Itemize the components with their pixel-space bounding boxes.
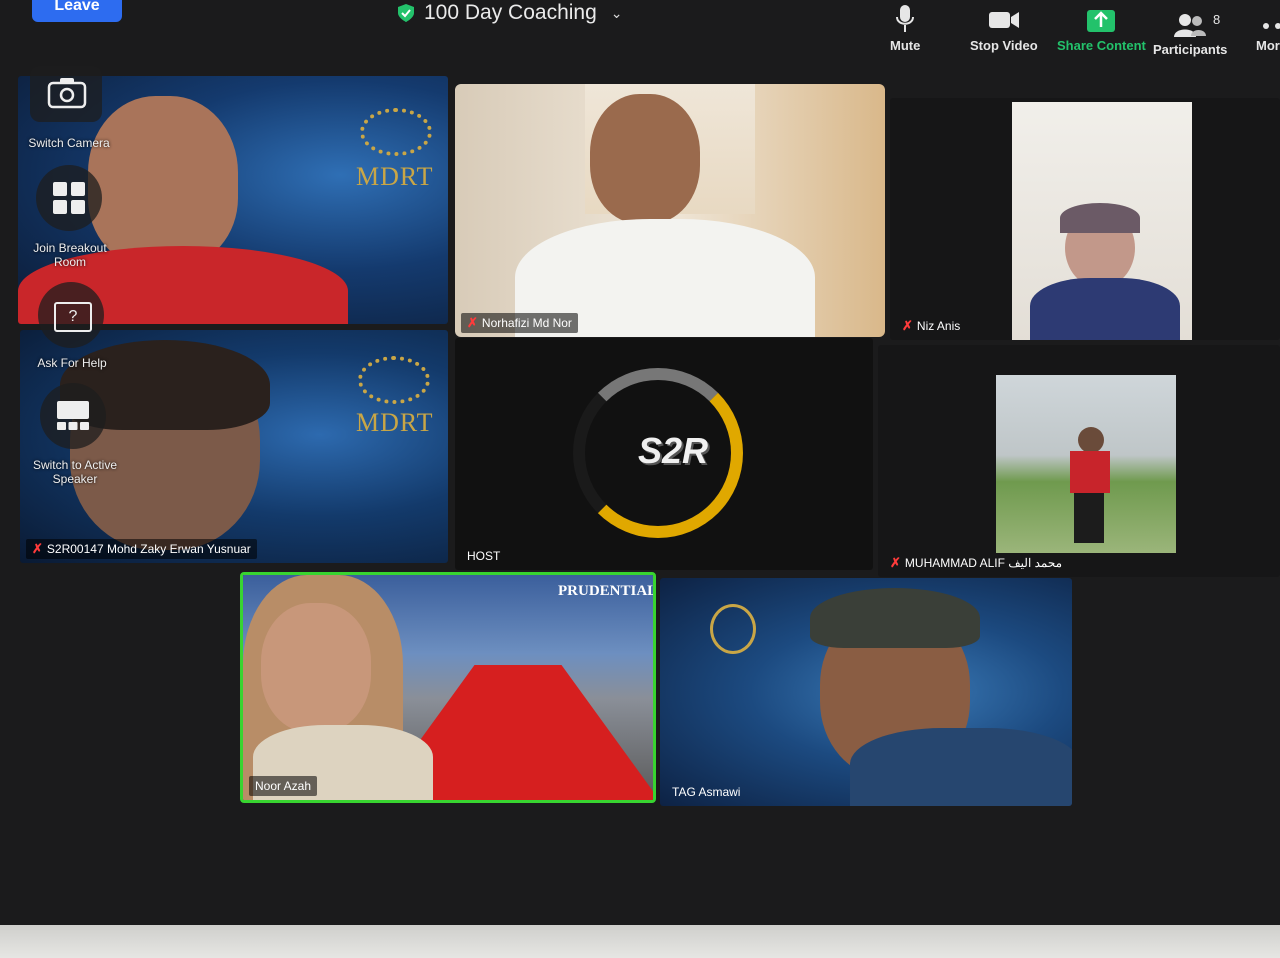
participant-name-tag: ✗ S2R00147 Mohd Zaky Erwan Yusnuar bbox=[26, 539, 257, 559]
participants-label: Participants bbox=[1153, 42, 1228, 57]
switch-active-speaker-label: Switch to Active Speaker bbox=[32, 458, 118, 486]
mdrt-logo-text: MDRT bbox=[356, 162, 434, 191]
mic-off-icon: ✗ bbox=[902, 318, 913, 333]
video-camera-icon bbox=[988, 12, 1019, 28]
participant-jacket bbox=[1030, 278, 1180, 340]
ask-for-help-button[interactable]: ? bbox=[38, 282, 104, 348]
monitor-bezel bbox=[0, 925, 1280, 958]
meeting-title-text: 100 Day Coaching bbox=[424, 1, 597, 24]
mic-off-icon: ✗ bbox=[890, 555, 901, 570]
participant-name: Noor Azah bbox=[255, 779, 312, 793]
mute-button[interactable]: Mute bbox=[890, 4, 920, 53]
more-button[interactable]: More bbox=[1256, 14, 1280, 53]
participant-name-tag: Noor Azah bbox=[249, 776, 318, 796]
ask-for-help-label: Ask For Help bbox=[37, 356, 107, 370]
participant-name-tag: ✗ MUHAMMAD ALIF محمد اليف bbox=[884, 553, 1068, 573]
join-breakout-label: Join Breakout Room bbox=[33, 241, 107, 269]
video-tile[interactable]: ✗ MUHAMMAD ALIF محمد اليف bbox=[878, 345, 1280, 577]
participant-hijab bbox=[1060, 203, 1140, 233]
participant-name: Niz Anis bbox=[916, 319, 961, 333]
stop-video-label: Stop Video bbox=[970, 38, 1038, 53]
chevron-down-icon: ⌄ bbox=[610, 4, 623, 21]
mdrt-logo-text: MDRT bbox=[356, 408, 434, 437]
participant-pants bbox=[1074, 493, 1104, 543]
active-speaker-view-icon bbox=[57, 401, 89, 430]
participant-face bbox=[590, 94, 700, 224]
zoom-meeting-window: Leave 100 Day Coaching ⌄ Mute Stop Video… bbox=[0, 0, 1280, 925]
participant-name: S2R00147 Mohd Zaky Erwan Yusnuar bbox=[46, 542, 251, 556]
mic-off-icon: ✗ bbox=[467, 315, 478, 330]
agency-crest-logo bbox=[710, 604, 756, 654]
stop-video-button[interactable]: Stop Video bbox=[970, 4, 1038, 53]
prudential-logo-text: PRUDENTIAL bbox=[558, 583, 656, 599]
video-tile[interactable]: ✗ Niz Anis bbox=[890, 98, 1280, 340]
switch-camera-label: Switch Camera bbox=[28, 136, 110, 150]
participant-name: Norhafizi Md Nor bbox=[481, 316, 572, 330]
mdrt-logo-mark bbox=[358, 356, 430, 404]
share-content-label: Share Content bbox=[1057, 38, 1146, 53]
participant-name-tag: ✗ Norhafizi Md Nor bbox=[461, 313, 578, 333]
video-tile[interactable]: S2R HOST bbox=[455, 338, 873, 570]
participant-name: MUHAMMAD ALIF محمد اليف bbox=[904, 556, 1063, 570]
switch-to-active-speaker-button[interactable] bbox=[40, 383, 106, 449]
mute-label: Mute bbox=[890, 38, 921, 53]
participant-shirt bbox=[1070, 451, 1110, 493]
participants-icon bbox=[1174, 14, 1207, 37]
mic-off-icon: ✗ bbox=[32, 541, 43, 556]
join-breakout-room-button[interactable] bbox=[36, 165, 102, 231]
participant-face bbox=[261, 603, 371, 733]
switch-camera-icon bbox=[47, 78, 87, 109]
leave-button[interactable]: Leave bbox=[32, 0, 122, 22]
participant-name-tag: ✗ Niz Anis bbox=[896, 316, 966, 336]
share-screen-icon bbox=[1087, 10, 1116, 32]
video-tile[interactable]: ✗ Norhafizi Md Nor bbox=[455, 84, 885, 337]
participant-cap bbox=[810, 588, 980, 648]
breakout-rooms-icon bbox=[53, 182, 85, 214]
help-question-icon: ? bbox=[54, 302, 92, 332]
participant-name-tag: TAG Asmawi bbox=[666, 782, 746, 802]
switch-camera-button[interactable] bbox=[30, 66, 102, 122]
participant-name: TAG Asmawi bbox=[672, 785, 741, 799]
more-dots-icon bbox=[1262, 23, 1280, 29]
participant-shirt bbox=[850, 728, 1072, 806]
video-tile[interactable]: TAG Asmawi bbox=[660, 578, 1072, 806]
video-tile-active-speaker[interactable]: PRUDENTIAL Noor Azah bbox=[240, 572, 656, 803]
more-label: More bbox=[1256, 38, 1280, 53]
microphone-icon bbox=[896, 5, 915, 32]
mdrt-logo-mark bbox=[360, 108, 432, 156]
shield-check-icon bbox=[398, 4, 414, 22]
meeting-title[interactable]: 100 Day Coaching ⌄ bbox=[398, 0, 623, 26]
share-content-button[interactable]: Share Content bbox=[1057, 4, 1146, 53]
participant-name-tag: HOST bbox=[461, 546, 506, 566]
s2r-logo-text: S2R bbox=[637, 430, 709, 471]
participants-count: 8 bbox=[1213, 12, 1221, 27]
participant-name: HOST bbox=[467, 549, 501, 563]
participant-head bbox=[1078, 427, 1104, 453]
